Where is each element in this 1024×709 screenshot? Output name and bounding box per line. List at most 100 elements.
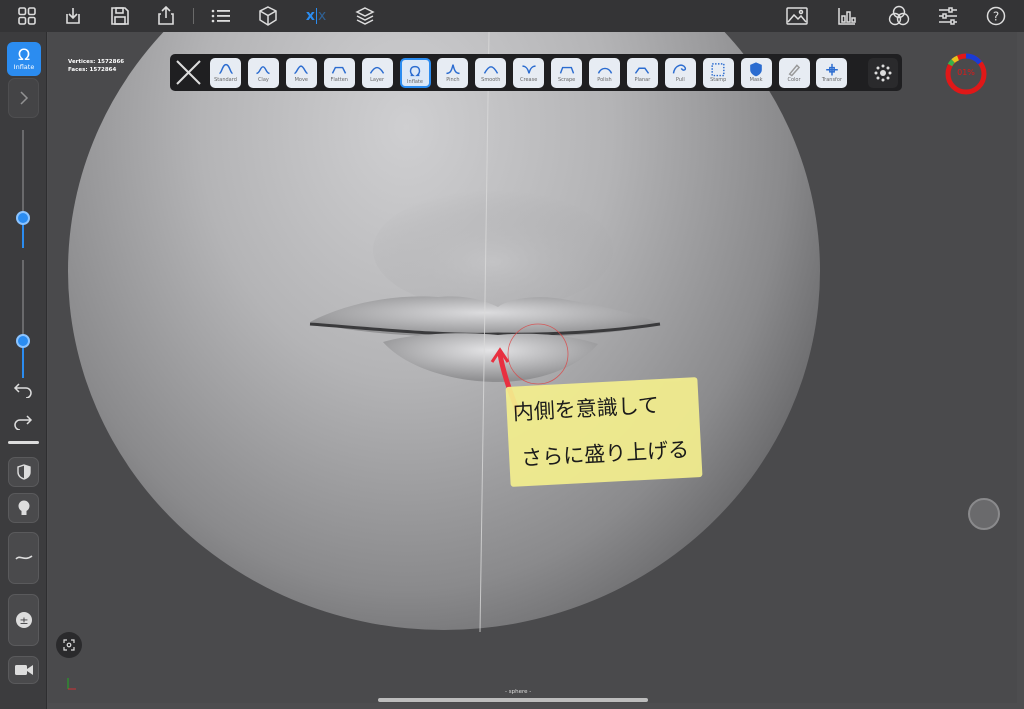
mask-toggle-button[interactable]	[8, 457, 39, 487]
stamp-brush-icon	[711, 63, 725, 77]
brush-label: Polish	[597, 77, 612, 83]
current-tool-button[interactable]: Ω Inflate	[7, 42, 41, 76]
vertices-label: Vertices:	[68, 59, 96, 65]
brush-label: Clay	[257, 77, 269, 83]
scene-stats-icon[interactable]	[834, 4, 860, 28]
undo-icon[interactable]	[13, 382, 33, 402]
smooth-brush-icon	[483, 66, 498, 74]
settings-sliders-icon[interactable]	[935, 4, 961, 28]
brush-layer-button[interactable]: Layer	[361, 58, 393, 88]
brush-polish-button[interactable]: Polish	[589, 58, 620, 88]
panel-divider	[8, 441, 39, 444]
svg-text:±: ±	[19, 614, 28, 627]
brush-label: Move	[294, 77, 308, 83]
clay-brush-icon	[256, 66, 271, 75]
brush-smooth-button[interactable]: Smooth	[475, 58, 507, 88]
stroke-curve-button[interactable]	[8, 532, 39, 584]
brush-pull-button[interactable]: Pull	[664, 58, 696, 88]
standard-brush-icon	[218, 63, 233, 75]
crease-brush-icon	[522, 65, 536, 74]
pivot-button[interactable]	[968, 498, 1000, 530]
memory-gauge-text: 01%	[957, 68, 975, 77]
polish-brush-icon	[597, 67, 612, 74]
faces-count: 1572864	[89, 67, 117, 73]
grid-icon[interactable]	[14, 4, 40, 28]
cube-icon[interactable]	[255, 4, 281, 28]
brush-mask-button[interactable]: Mask	[740, 58, 772, 88]
share-icon[interactable]	[153, 4, 179, 28]
planar-brush-icon	[635, 67, 650, 74]
symmetry-x-label: x	[305, 8, 315, 24]
memory-gauge: 01%	[944, 52, 988, 96]
brush-label: Scrape	[557, 77, 576, 83]
svg-text:?: ?	[993, 10, 999, 24]
move-brush-icon	[294, 65, 309, 75]
brush-scrape-button[interactable]: Scrape	[551, 58, 583, 88]
faces-label: Faces:	[68, 67, 88, 73]
brush-transfor-button[interactable]: Transfor	[816, 58, 848, 88]
close-tools-icon[interactable]	[173, 57, 204, 88]
pinch-brush-icon	[446, 64, 460, 75]
symmetry-x-icon[interactable]: x x	[303, 4, 329, 28]
brush-inflate-button[interactable]: Inflate	[399, 58, 431, 88]
inflate-brush-icon	[409, 65, 421, 77]
add-subtract-button[interactable]: ±	[8, 594, 39, 646]
scrape-brush-icon	[559, 66, 574, 74]
annotation-line-2: さらに盛り上げる	[520, 437, 690, 471]
list-icon[interactable]	[208, 4, 234, 28]
brush-stamp-button[interactable]: Stamp	[702, 58, 734, 88]
brush-crease-button[interactable]: Crease	[513, 58, 545, 88]
brush-flatten-button[interactable]: Flatten	[323, 58, 355, 88]
mesh-stats: Vertices: 1572866 Faces: 1572864	[68, 58, 124, 74]
camera-button[interactable]	[8, 656, 39, 684]
layer-brush-icon	[369, 66, 385, 74]
brush-color-button[interactable]: Color	[778, 58, 810, 88]
toolbar-settings-icon[interactable]	[868, 58, 898, 88]
materials-icon[interactable]	[886, 4, 912, 28]
brush-label: Layer	[370, 77, 385, 83]
expand-panel-button[interactable]	[8, 78, 39, 118]
layers-icon[interactable]	[352, 4, 378, 28]
focus-frame-button[interactable]	[56, 632, 82, 658]
mesh-name-label: - sphere -	[505, 689, 532, 695]
sculpted-lips	[309, 32, 661, 633]
brush-pinch-button[interactable]: Pinch	[437, 58, 469, 88]
brush-move-button[interactable]: Move	[285, 58, 317, 88]
color-brush-icon	[788, 64, 801, 77]
brush-label: Planar	[634, 77, 651, 83]
inflate-icon: Ω	[17, 45, 31, 64]
vertices-count: 1572866	[97, 59, 125, 65]
symmetry-divider	[315, 8, 317, 24]
mask-brush-icon	[750, 62, 762, 77]
save-icon[interactable]	[107, 4, 133, 28]
transform-brush-icon	[826, 63, 838, 76]
home-indicator	[378, 698, 648, 702]
annotation-line-1: 内側を意識して	[512, 393, 660, 425]
symmetry-mirror-x: x	[317, 8, 327, 24]
top-toolbar: x x ?	[0, 0, 1024, 32]
toolbar-divider	[193, 8, 194, 24]
pull-brush-icon	[673, 64, 687, 74]
brush-label: Crease	[520, 77, 538, 83]
brush-clay-button[interactable]: Clay	[247, 58, 279, 88]
import-icon[interactable]	[60, 4, 86, 28]
radius-slider-knob[interactable]	[16, 211, 30, 225]
3d-viewport[interactable]: Vertices: 1572866 Faces: 1572864	[48, 32, 1017, 703]
lighting-button[interactable]	[8, 493, 39, 523]
current-tool-label: Inflate	[13, 63, 35, 71]
brush-toolbar: Standard Clay Move Flatten Layer Inflate Pinch…	[170, 54, 902, 91]
axis-gizmo	[67, 675, 77, 694]
brush-label: Standard	[214, 77, 237, 83]
help-icon[interactable]: ?	[983, 4, 1009, 28]
background-image-icon[interactable]	[784, 4, 810, 28]
brush-planar-button[interactable]: Planar	[626, 58, 658, 88]
brush-standard-button[interactable]: Standard	[210, 58, 241, 88]
brush-label: Stamp	[710, 77, 727, 83]
brush-label: Transfor	[821, 77, 842, 83]
brush-label: Pinch	[446, 77, 460, 83]
annotation-note: 内側を意識して さらに盛り上げる	[505, 377, 703, 487]
redo-icon[interactable]	[13, 414, 33, 434]
brush-label: Inflate	[407, 79, 423, 85]
intensity-slider-knob[interactable]	[16, 334, 30, 348]
brush-label: Smooth	[481, 77, 501, 83]
